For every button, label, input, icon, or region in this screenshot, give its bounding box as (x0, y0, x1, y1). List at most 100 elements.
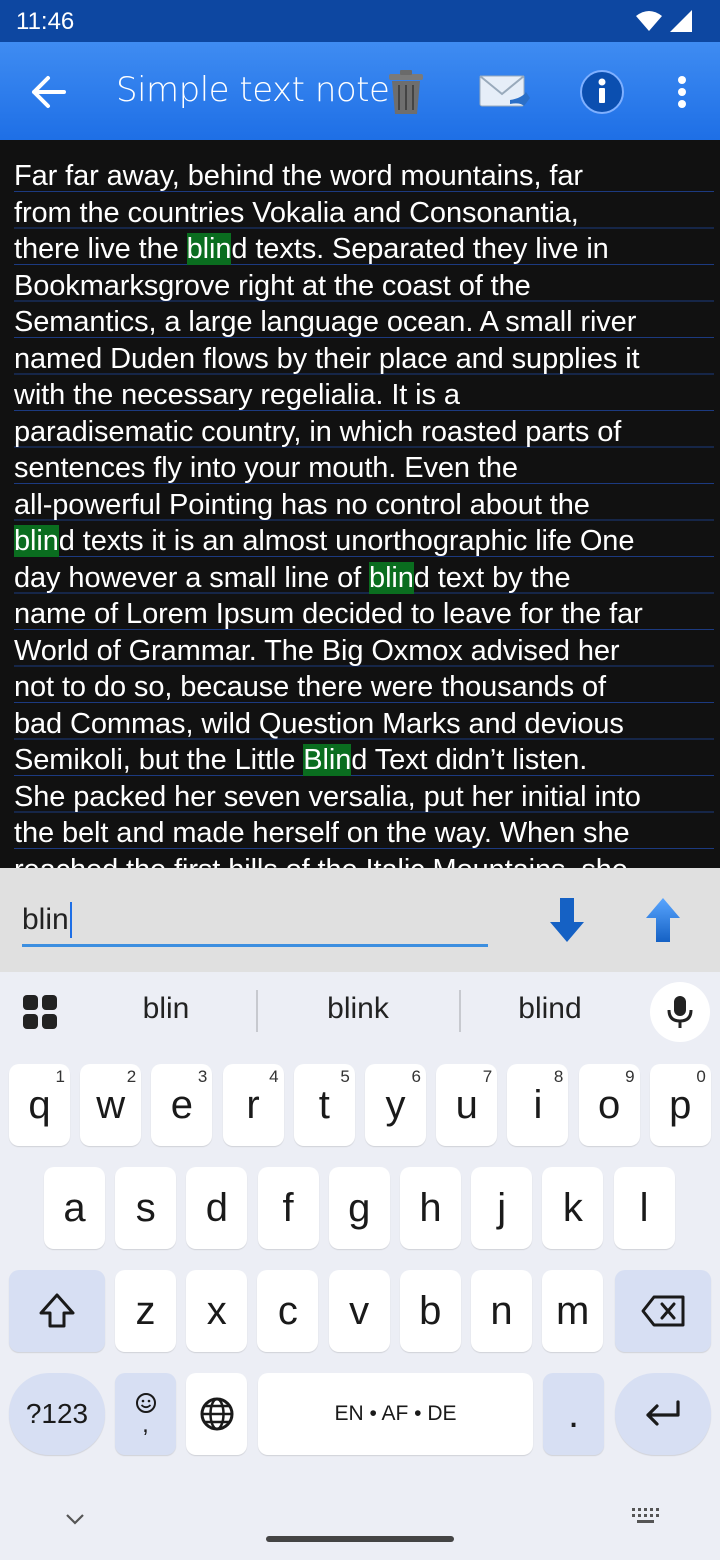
info-icon (580, 70, 624, 114)
chevron-down-icon[interactable] (64, 1512, 86, 1528)
key-j[interactable]: j (471, 1167, 533, 1249)
note-line: named Duden flows by their place and sup… (14, 341, 714, 378)
key-p[interactable]: p0 (649, 1064, 711, 1146)
note-line: reached the first hills of the Italic Mo… (14, 852, 714, 869)
key-m[interactable]: m (542, 1270, 604, 1352)
home-indicator[interactable] (266, 1536, 454, 1542)
key-label: d (205, 1185, 229, 1230)
note-line: Far far away, behind the word mountains,… (14, 158, 714, 195)
key-label: j (497, 1185, 507, 1230)
key-w[interactable]: w2 (80, 1064, 142, 1146)
key-e[interactable]: e3 (151, 1064, 213, 1146)
key-label: n (490, 1288, 513, 1333)
more-options-button[interactable] (656, 66, 696, 118)
email-button[interactable] (476, 66, 530, 118)
note-text-run: sentences fly into your mouth. Even the (14, 452, 518, 484)
key-label: h (419, 1185, 442, 1230)
note-text-run: with the necessary regelialia. It is a (14, 379, 460, 411)
key-label: q (28, 1082, 51, 1127)
voice-input-button[interactable] (650, 982, 710, 1042)
key-b[interactable]: b (399, 1270, 461, 1352)
shift-key[interactable] (9, 1270, 105, 1352)
key-r[interactable]: r4 (222, 1064, 284, 1146)
suggestion-3[interactable]: blind (460, 992, 640, 1026)
note-text-run: named Duden flows by their place and sup… (14, 342, 640, 375)
search-query: blin (22, 903, 69, 936)
suggestion-2[interactable]: blink (268, 992, 448, 1026)
suggestion-1[interactable]: blin (76, 992, 256, 1026)
note-line: there live the blind texts. Separated th… (14, 231, 714, 268)
key-t[interactable]: t5 (293, 1064, 355, 1146)
key-hint: 9 (625, 1067, 635, 1086)
key-d[interactable]: d (186, 1167, 248, 1249)
key-label: w (96, 1082, 126, 1127)
note-text-run: d text by the (413, 561, 571, 594)
language-key[interactable] (186, 1373, 247, 1455)
search-input[interactable]: blin (22, 896, 488, 947)
trash-icon (389, 70, 423, 114)
key-g[interactable]: g (328, 1167, 390, 1249)
note-text-run: She packed her seven versalia, put her i… (14, 780, 641, 813)
key-label: l (639, 1185, 649, 1230)
note-text-run: there live the (14, 233, 187, 265)
key-i[interactable]: i8 (507, 1064, 569, 1146)
key-h[interactable]: h (400, 1167, 461, 1249)
note-text-run: Far far away, behind the word mountains,… (14, 160, 583, 192)
delete-button[interactable] (380, 66, 432, 118)
note-line: Bookmarksgrove right at the coast of the (14, 268, 714, 305)
more-vert-icon (678, 76, 686, 108)
note-text-run: d texts it is an almost unorthographic l… (58, 525, 635, 557)
key-u[interactable]: u7 (436, 1064, 498, 1146)
note-text-run: not to do so, because there were thousan… (14, 671, 607, 703)
back-button[interactable] (28, 72, 72, 112)
key-a[interactable]: a (44, 1167, 105, 1249)
key-y[interactable]: y6 (365, 1064, 426, 1146)
note-text-run: d texts. Separated they live in (231, 233, 609, 265)
suggestion-divider (256, 990, 258, 1032)
enter-key[interactable] (615, 1373, 711, 1455)
note-line: bad Commas, wild Question Marks and devi… (14, 706, 714, 743)
note-text-run: Semantics, a large language ocean. A sma… (14, 306, 637, 338)
key-x[interactable]: x (186, 1270, 248, 1352)
key-label: y (385, 1082, 406, 1127)
key-c[interactable]: c (257, 1270, 319, 1352)
text-caret (69, 902, 72, 938)
key-hint: 2 (126, 1067, 137, 1086)
enter-icon (646, 1400, 680, 1426)
key-label: k (562, 1185, 583, 1230)
backspace-key[interactable] (615, 1270, 711, 1352)
note-line: from the countries Vokalia and Consonant… (14, 195, 714, 232)
key-label: z (135, 1288, 156, 1333)
note-line: sentences fly into your mouth. Even the (14, 450, 714, 487)
key-label: t (318, 1082, 330, 1127)
info-button[interactable] (576, 66, 628, 118)
keyboard-apps-button[interactable] (22, 994, 58, 1030)
symbols-key[interactable]: ?123 (9, 1373, 105, 1455)
key-n[interactable]: n (471, 1270, 532, 1352)
emoji-key[interactable]: , (115, 1373, 176, 1455)
keyboard-switch-icon[interactable] (630, 1506, 662, 1528)
key-k[interactable]: k (542, 1167, 604, 1249)
key-l[interactable]: l (613, 1167, 675, 1249)
key-f[interactable]: f (257, 1167, 319, 1249)
note-area[interactable]: Far far away, behind the word mountains,… (0, 140, 720, 868)
space-key[interactable]: EN • AF • DE (258, 1373, 533, 1455)
note-text-run: day however a small line of (14, 561, 370, 594)
find-previous-button[interactable] (640, 894, 686, 946)
key-label: g (348, 1185, 371, 1230)
grid-icon (23, 995, 57, 1029)
key-v[interactable]: v (328, 1270, 390, 1352)
key-s[interactable]: s (115, 1167, 177, 1249)
key-label: a (63, 1185, 86, 1230)
key-q[interactable]: q1 (9, 1064, 70, 1146)
key-hint: 0 (696, 1067, 706, 1086)
note-text-run: Semikoli, but the Little (14, 744, 304, 776)
note-text[interactable]: Far far away, behind the word mountains,… (14, 158, 714, 868)
key-hint: 6 (411, 1067, 421, 1086)
note-line: She packed her seven versalia, put her i… (14, 779, 714, 816)
key-o[interactable]: o9 (578, 1064, 640, 1146)
find-next-button[interactable] (544, 894, 590, 946)
note-text-run: d Text didn’t listen. (351, 744, 588, 776)
key-z[interactable]: z (115, 1270, 176, 1352)
period-key[interactable]: . (543, 1373, 604, 1455)
